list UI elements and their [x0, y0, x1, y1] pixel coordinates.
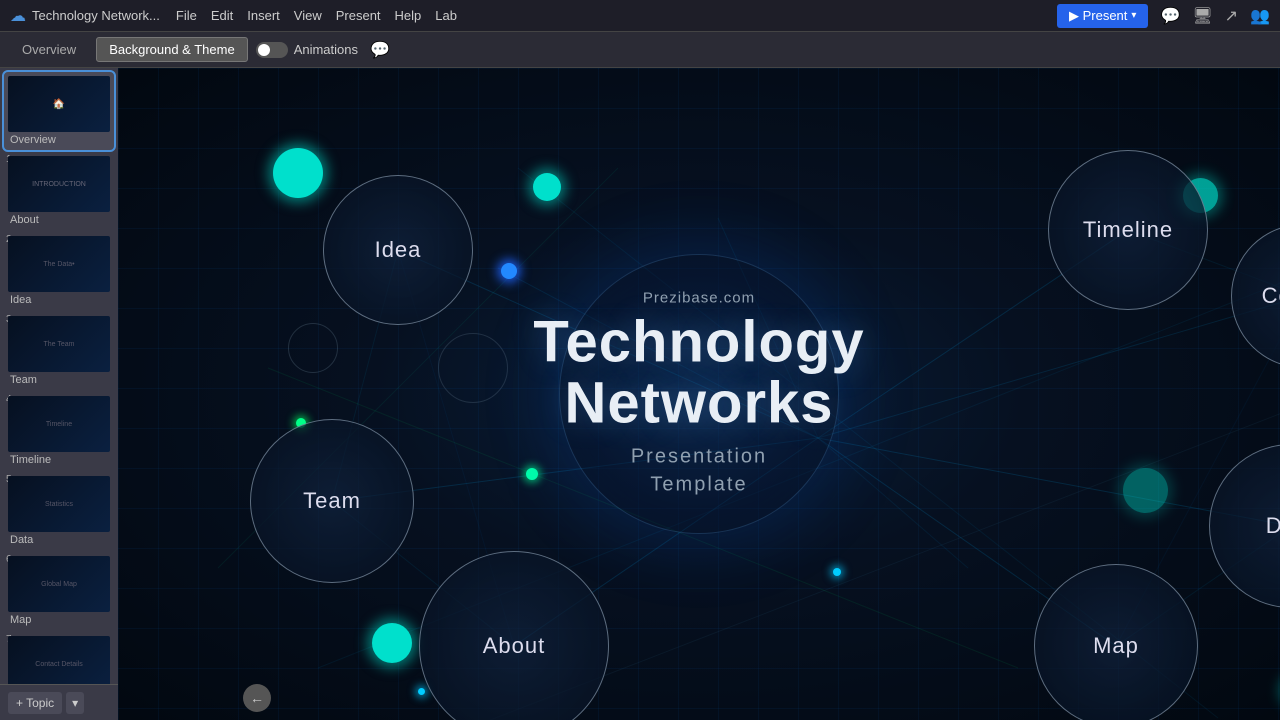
dot-8 — [833, 568, 841, 576]
slide-1-label: About — [8, 214, 110, 226]
topic-about-label: About — [483, 633, 546, 659]
topic-team-label: Team — [303, 488, 361, 514]
back-button[interactable]: ← — [243, 684, 271, 712]
dot-2 — [501, 263, 517, 279]
topic-idea[interactable]: Idea — [323, 175, 473, 325]
canvas: Idea Timeline Contact Team Data About — [118, 68, 1280, 720]
animations-label: Animations — [294, 42, 358, 57]
app-title: Technology Network... — [32, 8, 160, 23]
slide-background: Idea Timeline Contact Team Data About — [118, 68, 1280, 720]
topic-timeline[interactable]: Timeline — [1048, 150, 1208, 310]
toggle-knob — [258, 44, 270, 56]
toolbar: Overview Background & Theme Animations 💬 — [0, 32, 1280, 68]
add-topic-dropdown[interactable]: ▾ — [66, 692, 84, 714]
sidebar-item-timeline[interactable]: 4 Timeline Timeline — [4, 392, 114, 470]
animations-toggle[interactable]: Animations — [256, 42, 358, 58]
main-area: 🏠 Overview 1 INTRODUCTION About 2 The Da… — [0, 68, 1280, 720]
sidebar: 🏠 Overview 1 INTRODUCTION About 2 The Da… — [0, 68, 118, 720]
center-content: Prezibase.com Technology Networks Presen… — [533, 290, 864, 499]
menu-insert[interactable]: Insert — [247, 8, 280, 23]
sidebar-item-about[interactable]: 1 INTRODUCTION About — [4, 152, 114, 230]
menu-edit[interactable]: Edit — [211, 8, 233, 23]
deco-circle-2 — [288, 323, 338, 373]
topbar: ☁ Technology Network... File Edit Insert… — [0, 0, 1280, 32]
topic-data-label: Data — [1266, 513, 1280, 539]
sidebar-item-idea[interactable]: 2 The Data• Idea — [4, 232, 114, 310]
bottom-bar: + Topic ▾ — [0, 684, 118, 720]
top-actions: ▶ Present ▾ 💬 🖥 ↗ 👥 — [1057, 4, 1270, 28]
topic-contact-label: Contact — [1262, 283, 1280, 309]
topic-idea-label: Idea — [375, 237, 422, 263]
slide-overview-label: Overview — [8, 134, 110, 146]
comments-icon[interactable]: 💬 — [1160, 6, 1180, 26]
dot-4 — [372, 623, 412, 663]
menu-present[interactable]: Present — [336, 8, 381, 23]
topic-map-label: Map — [1093, 633, 1139, 659]
present-dropdown-arrow: ▾ — [1131, 10, 1136, 21]
add-topic-button[interactable]: + Topic — [8, 692, 62, 714]
tab-background-theme[interactable]: Background & Theme — [96, 37, 248, 62]
slide-sub-title: Presentation Template — [533, 442, 864, 498]
menu-lab[interactable]: Lab — [435, 8, 457, 23]
dot-11 — [418, 688, 425, 695]
sidebar-item-data[interactable]: 5 Statistics Data — [4, 472, 114, 550]
menu-help[interactable]: Help — [395, 8, 422, 23]
dot-1 — [533, 173, 561, 201]
add-topic-label: + Topic — [16, 696, 54, 710]
brand-subtitle: Prezibase.com — [533, 290, 864, 307]
share-screen-icon[interactable]: 🖥 — [1192, 6, 1212, 26]
animations-switch[interactable] — [256, 42, 288, 58]
comment-icon[interactable]: 💬 — [370, 40, 390, 60]
sidebar-item-overview[interactable]: 🏠 Overview — [4, 72, 114, 150]
slide-3-label: Team — [8, 374, 110, 386]
menu-file[interactable]: File — [176, 8, 197, 23]
slide-main-title: Technology Networks — [533, 313, 864, 435]
menu-bar: File Edit Insert View Present Help Lab — [176, 8, 457, 23]
slide-5-label: Data — [8, 534, 110, 546]
present-button[interactable]: ▶ Present ▾ — [1057, 4, 1148, 28]
tab-overview[interactable]: Overview — [10, 38, 88, 61]
slide-2-label: Idea — [8, 294, 110, 306]
dot-10 — [1123, 468, 1168, 513]
slide-4-label: Timeline — [8, 454, 110, 466]
users-icon[interactable]: 👥 — [1250, 6, 1270, 26]
app-logo: ☁ Technology Network... — [10, 6, 160, 26]
topic-team[interactable]: Team — [250, 419, 414, 583]
sidebar-item-team[interactable]: 3 The Team Team — [4, 312, 114, 390]
cloud-icon: ☁ — [10, 6, 26, 26]
deco-circle-3 — [438, 333, 508, 403]
present-label: ▶ Present — [1069, 8, 1127, 24]
share-icon[interactable]: ↗ — [1225, 6, 1238, 26]
menu-view[interactable]: View — [294, 8, 322, 23]
dot-6 — [273, 148, 323, 198]
slide-6-label: Map — [8, 614, 110, 626]
sidebar-item-map[interactable]: 6 Global Map Map — [4, 552, 114, 630]
topic-map[interactable]: Map — [1034, 564, 1198, 720]
topic-timeline-label: Timeline — [1083, 217, 1173, 243]
